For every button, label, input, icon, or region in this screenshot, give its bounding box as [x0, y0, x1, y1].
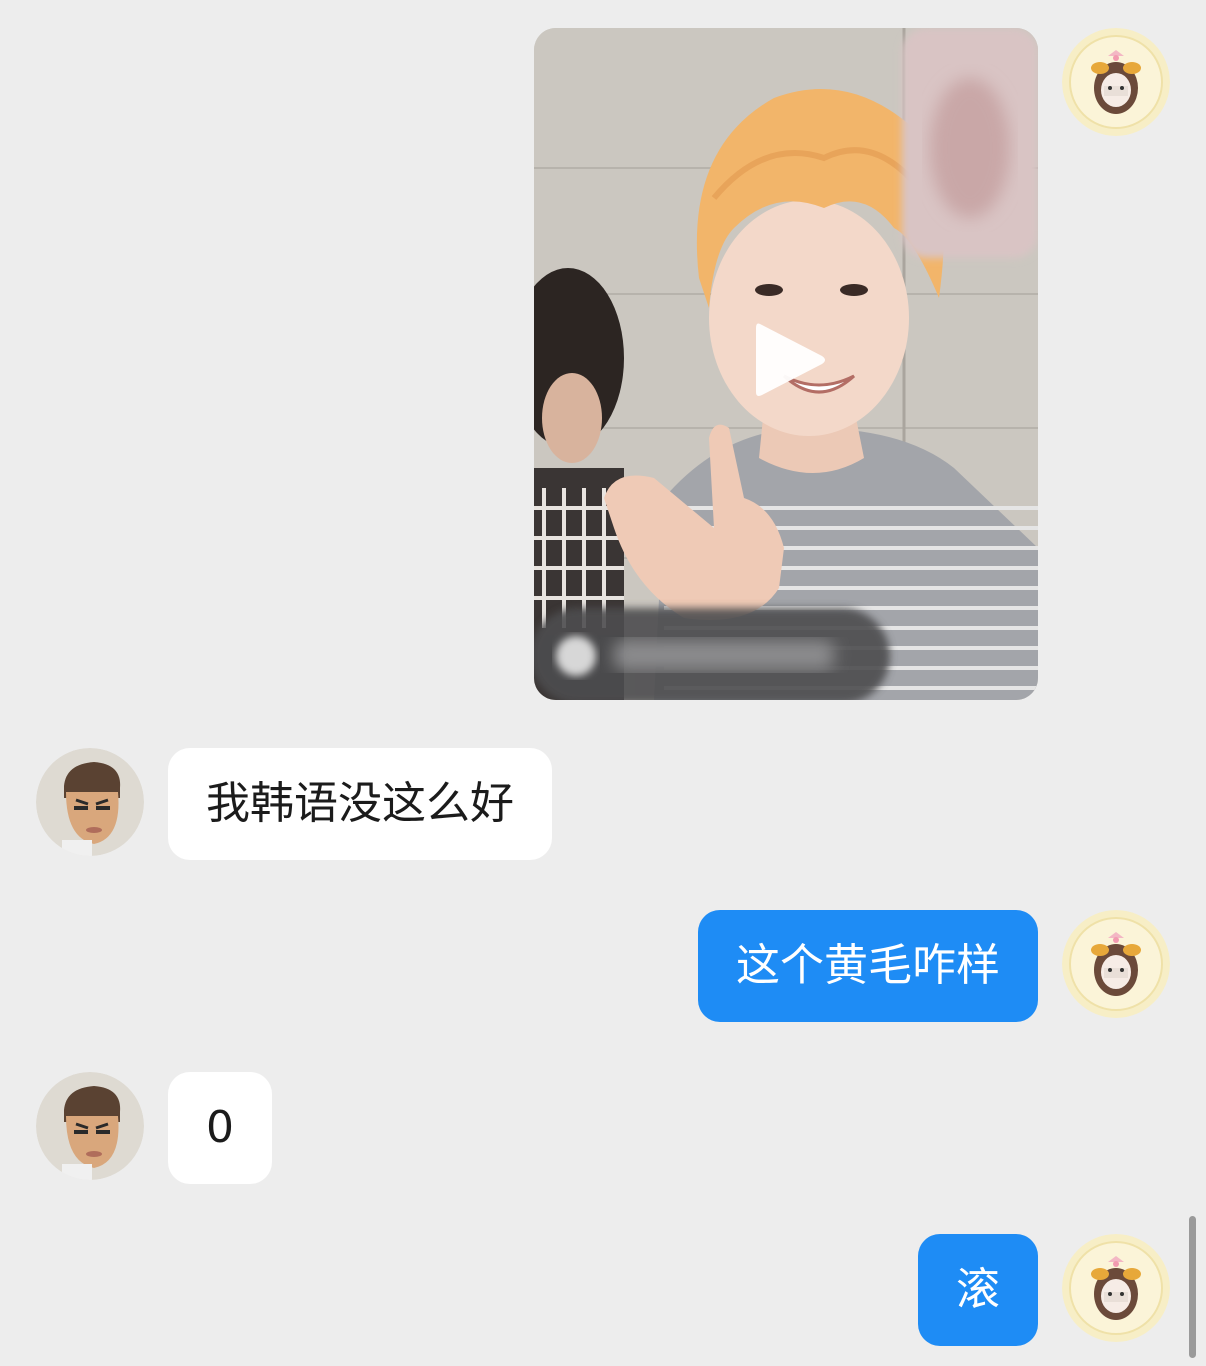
message-bubble-outgoing[interactable]: 这个黄毛咋样 [698, 910, 1038, 1022]
play-icon [756, 323, 825, 396]
scrollbar-thumb[interactable] [1189, 1216, 1196, 1358]
my-avatar[interactable] [1062, 910, 1170, 1018]
message-bubble-incoming[interactable]: 0 [168, 1072, 272, 1184]
my-avatar[interactable] [1062, 1234, 1170, 1342]
contact-avatar[interactable] [36, 748, 144, 856]
cartoon-girl-avatar-icon [1062, 1234, 1170, 1342]
chat-thread[interactable]: 我韩语没这么好 这个黄毛咋样 0 滚 [0, 0, 1206, 1366]
cartoon-girl-avatar-icon [1062, 910, 1170, 1018]
message-bubble-incoming[interactable]: 我韩语没这么好 [168, 748, 552, 860]
message-bubble-outgoing[interactable]: 滚 [918, 1234, 1038, 1346]
cartoon-girl-avatar-icon [1062, 28, 1170, 136]
cartoon-man-avatar-icon [36, 1072, 144, 1180]
my-avatar[interactable] [1062, 28, 1170, 136]
cartoon-man-avatar-icon [36, 748, 144, 856]
video-play-button[interactable] [752, 318, 828, 402]
contact-avatar[interactable] [36, 1072, 144, 1180]
